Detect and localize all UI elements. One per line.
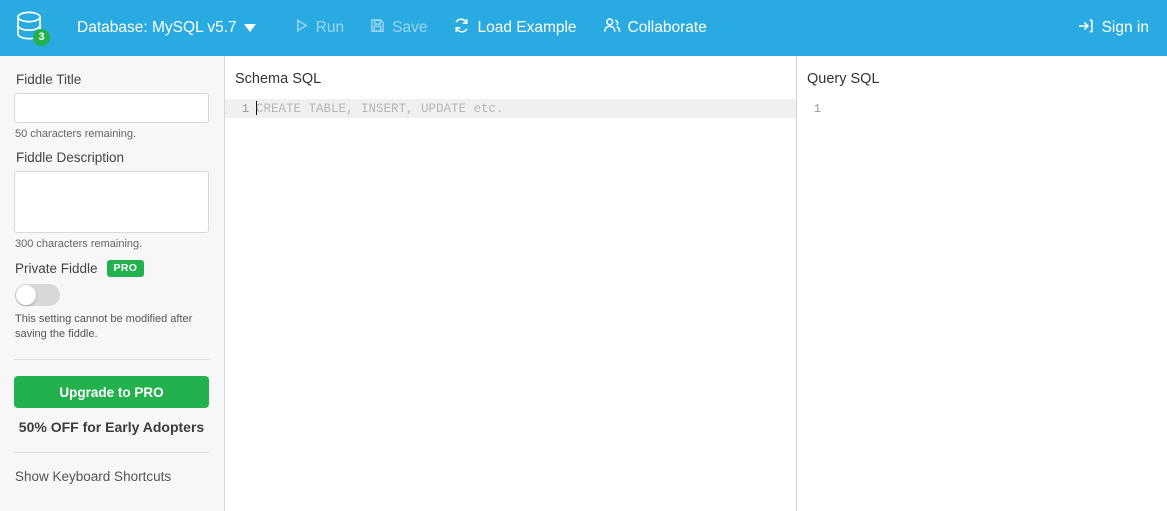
private-fiddle-toggle[interactable] [15, 284, 60, 306]
header-actions: Run Save Load Example Collaborate [294, 17, 707, 39]
database-selector[interactable]: Database: MySQL v5.7 [77, 19, 256, 37]
show-keyboard-shortcuts-link[interactable]: Show Keyboard Shortcuts [15, 469, 210, 484]
query-sql-panel: Query SQL 1 [797, 56, 1167, 511]
private-fiddle-note: This setting cannot be modified after sa… [15, 313, 193, 340]
save-disk-icon [370, 18, 385, 38]
database-icon: 3 [14, 10, 50, 46]
sign-in-label: Sign in [1101, 19, 1149, 36]
fiddle-title-label: Fiddle Title [16, 72, 82, 87]
save-button-label: Save [392, 19, 428, 36]
fiddle-description-input[interactable] [14, 171, 209, 233]
private-fiddle-row: Private Fiddle PRO [15, 260, 210, 277]
schema-sql-editor[interactable]: 1 CREATE TABLE, INSERT, UPDATE etc. [225, 99, 796, 118]
fiddle-title-help: 50 characters remaining. [15, 128, 137, 140]
collaborate-label: Collaborate [627, 19, 707, 36]
load-example-label: Load Example [477, 19, 577, 36]
fiddle-description-label: Fiddle Description [16, 150, 125, 165]
query-sql-editor[interactable]: 1 [797, 99, 1167, 118]
run-button-label: Run [315, 19, 345, 36]
code-line[interactable]: 1 CREATE TABLE, INSERT, UPDATE etc. [225, 99, 796, 118]
upgrade-to-pro-button[interactable]: Upgrade to PRO [14, 376, 209, 408]
main-body: Fiddle Title 50 characters remaining. Fi… [0, 56, 1167, 511]
early-adopter-offer-text: 50% OFF for Early Adopters [18, 419, 205, 435]
collaborate-button[interactable]: Collaborate [603, 17, 707, 39]
line-number: 1 [813, 101, 821, 116]
query-sql-title: Query SQL [807, 71, 880, 87]
line-number: 1 [241, 101, 249, 116]
toggle-knob [16, 285, 36, 305]
schema-sql-title: Schema SQL [235, 71, 322, 87]
pro-badge: PRO [106, 260, 145, 277]
run-button[interactable]: Run [294, 18, 344, 38]
schema-sql-content[interactable]: CREATE TABLE, INSERT, UPDATE etc. [255, 101, 796, 116]
sidebar-divider-bottom [14, 452, 209, 453]
fiddle-title-input[interactable] [14, 93, 209, 123]
sign-in-button[interactable]: Sign in [1077, 0, 1149, 56]
play-icon [294, 18, 309, 38]
app-logo[interactable]: 3 [0, 0, 62, 56]
schema-sql-placeholder: CREATE TABLE, INSERT, UPDATE etc. [256, 102, 504, 116]
app-header: 3 Database: MySQL v5.7 Run Save Load Exa… [0, 0, 1167, 56]
sidebar-divider-top [14, 359, 209, 360]
sidebar: Fiddle Title 50 characters remaining. Fi… [0, 56, 225, 511]
schema-sql-panel: Schema SQL 1 CREATE TABLE, INSERT, UPDAT… [225, 56, 797, 511]
load-example-button[interactable]: Load Example [453, 17, 577, 39]
private-fiddle-label: Private Fiddle [15, 261, 98, 276]
fiddle-description-help: 300 characters remaining. [15, 238, 143, 250]
sign-in-arrow-icon [1077, 18, 1094, 39]
database-selector-label: Database: MySQL v5.7 [77, 19, 237, 36]
users-icon [603, 17, 621, 39]
refresh-icon [453, 17, 470, 39]
code-line[interactable]: 1 [797, 99, 1167, 118]
version-badge: 3 [33, 29, 50, 46]
chevron-down-icon [243, 24, 256, 32]
save-button[interactable]: Save [370, 18, 427, 38]
